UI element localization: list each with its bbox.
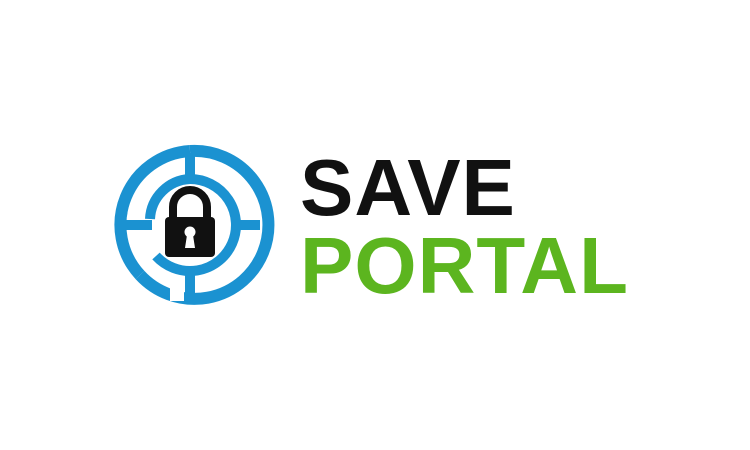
maze-connector-left <box>122 220 152 230</box>
maze-connector-right <box>232 220 260 230</box>
maze-connector-bottom <box>185 269 195 299</box>
maze-lock-icon <box>114 144 275 305</box>
wordmark: SAVE PORTAL <box>300 148 720 318</box>
logo-word-portal: PORTAL <box>300 221 629 310</box>
maze-connector-top <box>185 153 195 183</box>
logo: SAVE PORTAL <box>0 0 750 450</box>
maze-gap-left <box>138 234 158 244</box>
logo-word-save: SAVE <box>300 143 516 232</box>
maze-gap-bottom <box>170 283 184 301</box>
lock-shackle <box>169 186 211 217</box>
